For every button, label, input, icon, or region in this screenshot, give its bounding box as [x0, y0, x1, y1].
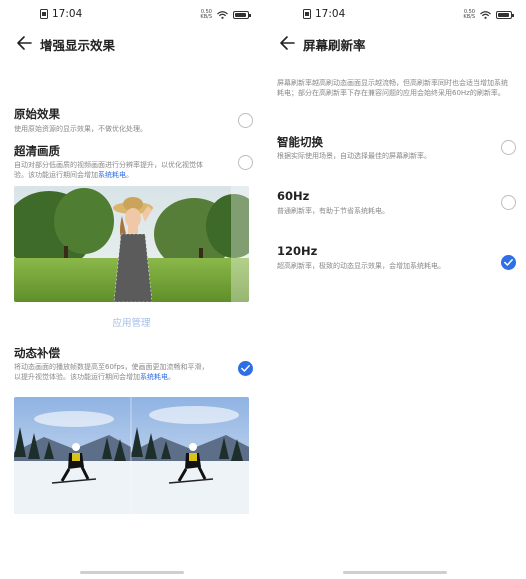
super-clear-preview-image	[14, 186, 249, 302]
page-title: 屏幕刷新率	[303, 38, 366, 53]
option-smart-switch-desc: 根据实际使用场景，自动选择最佳的屏幕刷新率。	[277, 152, 431, 160]
home-indicator[interactable]	[343, 571, 447, 574]
option-motion-comp-desc: 将动态画面的播放帧数提高至60fps，使画面更加流畅和平滑，以提升视觉体验。该功…	[14, 363, 209, 381]
option-60hz-title: 60Hz	[277, 189, 310, 203]
option-super-clear-desc: 自动对部分低画质的视频画面进行分辨率提升，以优化视觉体验。该功能运行期间会增加系…	[14, 161, 203, 179]
page-title: 增强显示效果	[40, 38, 116, 53]
option-120hz-radio[interactable]	[501, 255, 516, 270]
option-120hz-desc: 超高刷新率，极致的动态显示效果，会增加系统耗电。	[277, 262, 445, 270]
status-time: 17:04	[315, 8, 346, 20]
enhanced-display-screen: 17:04 0.50 KB/S 增强显示效果 原始效果 使用原始资源的显示效果，不…	[0, 0, 263, 579]
power-consumption-link-2[interactable]: 系统耗电	[140, 373, 168, 381]
option-smart-switch-radio[interactable]	[501, 140, 516, 155]
back-arrow-icon[interactable]	[16, 35, 32, 51]
home-indicator[interactable]	[80, 571, 184, 574]
app-manage-link[interactable]: 应用管理	[0, 315, 263, 329]
wifi-icon	[480, 11, 491, 19]
option-60hz-desc: 普通刷新率，有助于节省系统耗电。	[277, 207, 389, 215]
option-120hz-title: 120Hz	[277, 244, 318, 258]
network-speed: 0.50 KB/S	[463, 9, 475, 20]
option-original-title: 原始效果	[14, 107, 60, 121]
option-motion-comp-title: 动态补偿	[14, 346, 60, 360]
option-motion-comp-radio[interactable]	[238, 361, 253, 376]
network-speed: 0.50 KB/S	[200, 9, 212, 20]
status-time: 17:04	[52, 8, 83, 20]
status-bar: 17:04 0.50 KB/S	[263, 8, 526, 24]
power-consumption-link[interactable]: 系统耗电	[98, 171, 126, 179]
battery-icon	[233, 11, 251, 19]
option-super-clear-title: 超清画质	[14, 144, 60, 158]
option-60hz-radio[interactable]	[501, 195, 516, 210]
option-original-radio[interactable]	[238, 113, 253, 128]
battery-icon	[496, 11, 514, 19]
option-smart-switch-title: 智能切换	[277, 135, 323, 149]
wifi-icon	[217, 11, 228, 19]
refresh-rate-screen: 17:04 0.50 KB/S 屏幕刷新率 屏幕刷新率越高刷动态画面显示越流畅，但…	[263, 0, 526, 579]
refresh-rate-intro: 屏幕刷新率越高刷动态画面显示越流畅，但高刷新率同时也会适当增加系统耗电；部分在高…	[277, 79, 508, 97]
back-arrow-icon[interactable]	[279, 35, 295, 51]
option-super-clear-radio[interactable]	[238, 155, 253, 170]
option-original-desc: 使用原始资源的显示效果，不做优化处理。	[14, 125, 147, 133]
app-notification-icon	[40, 9, 48, 19]
motion-comp-preview-image	[14, 397, 249, 514]
app-notification-icon	[303, 9, 311, 19]
status-bar: 17:04 0.50 KB/S	[0, 8, 263, 24]
